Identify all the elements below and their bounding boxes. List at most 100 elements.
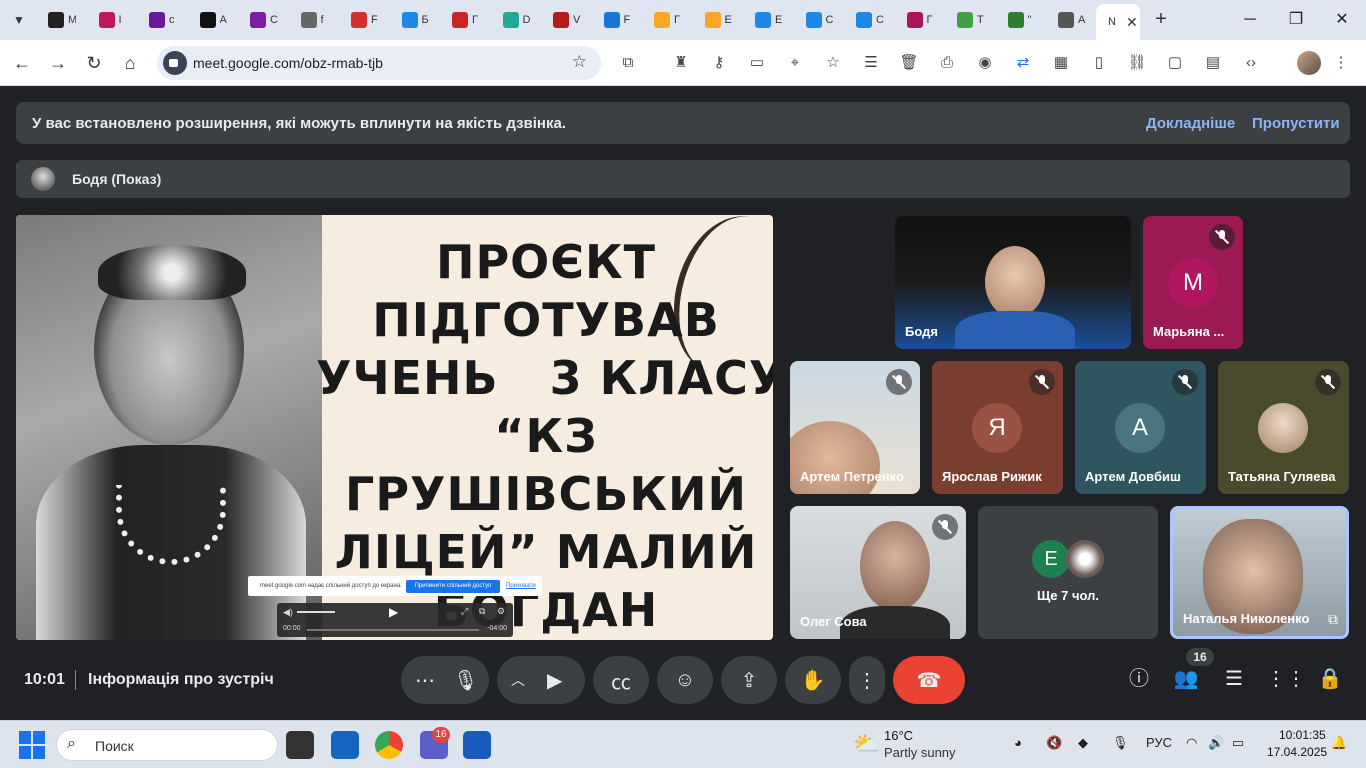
pip-icon[interactable]: ⧉ <box>479 606 485 617</box>
host-controls-lock-icon[interactable]: 🔒 <box>1315 664 1345 694</box>
settings-gear-icon[interactable]: ⚙ <box>497 606 505 617</box>
back-button[interactable]: ← <box>8 49 36 77</box>
battery-icon[interactable]: ▭ <box>1232 735 1244 751</box>
browser-tab[interactable]: A <box>190 6 228 34</box>
browser-tab[interactable]: A <box>1048 6 1086 34</box>
microphone-tray-icon[interactable]: 🎙 <box>1112 735 1129 751</box>
people-icon[interactable]: 👥 <box>1171 664 1201 694</box>
new-tab-button[interactable]: + <box>1150 8 1172 30</box>
participant-tile[interactable]: Олег Сова <box>790 506 966 639</box>
key-icon[interactable]: ⚷ <box>708 52 730 74</box>
volume-slider[interactable] <box>297 611 335 613</box>
play-button[interactable]: ▶ <box>389 605 398 619</box>
close-tab-icon[interactable]: ✕ <box>1126 14 1138 31</box>
captions-button[interactable]: ㏄ <box>593 656 649 704</box>
bookmark-star-icon[interactable]: ☆ <box>572 52 587 72</box>
participant-tile[interactable]: Татьяна Гуляева <box>1218 361 1349 494</box>
microphone-icon[interactable]: 🎙 <box>453 668 478 693</box>
link-icon[interactable]: ⛓ <box>1126 52 1148 74</box>
volume-icon[interactable]: 🔊 <box>1208 735 1224 751</box>
browser-tab[interactable]: C <box>240 6 278 34</box>
store-icon[interactable] <box>331 731 359 759</box>
participant-tile[interactable]: А Артем Довбиш <box>1075 361 1206 494</box>
hide-link[interactable]: Приховати <box>506 583 536 589</box>
browser-tab[interactable]: c <box>139 6 177 34</box>
participant-tile[interactable]: Артем Петренко <box>790 361 920 494</box>
input-language[interactable]: РУС <box>1146 735 1172 750</box>
volume-icon[interactable]: ◀) <box>283 607 293 618</box>
reading-mode-icon[interactable]: ▯ <box>1088 52 1110 74</box>
payment-card-icon[interactable]: ▭ <box>746 52 768 74</box>
tab-search-button[interactable]: ▼ <box>6 7 32 33</box>
camera-control[interactable]: ︿ ▶ <box>497 656 585 704</box>
code-icon[interactable]: ‹› <box>1240 52 1262 74</box>
leave-call-button[interactable]: ☎ <box>893 656 965 704</box>
more-participants-tile[interactable]: E Ще 7 чол. <box>978 506 1158 639</box>
stop-sharing-button[interactable]: Припинити спільний доступ <box>406 580 500 593</box>
browser-tab[interactable]: Г <box>442 6 480 34</box>
browser-tab[interactable]: F <box>341 6 379 34</box>
participant-tile[interactable]: M Марьяна ... <box>1143 216 1243 349</box>
close-window-button[interactable]: ✕ <box>1330 8 1354 32</box>
browser-tab[interactable]: M <box>38 6 76 34</box>
browser-tab[interactable]: f <box>291 6 329 34</box>
reading-list-icon[interactable]: ☰ <box>860 52 882 74</box>
browser-tab[interactable]: Г <box>644 6 682 34</box>
browser-tab[interactable]: E <box>745 6 783 34</box>
participant-tile[interactable]: Я Ярослав Рижик <box>932 361 1063 494</box>
browser-tab[interactable]: Г <box>897 6 935 34</box>
browser-tab[interactable]: I <box>89 6 127 34</box>
tab-active[interactable]: N ✕ <box>1096 4 1140 40</box>
task-view-icon[interactable] <box>286 731 314 759</box>
taskbar-search[interactable]: ⌕ Поиск <box>56 729 278 761</box>
incognito-icon[interactable]: ♜ <box>670 52 692 74</box>
speaker-muted-icon[interactable]: 🔇 <box>1046 735 1062 751</box>
emoji-button[interactable]: ☺ <box>657 656 713 704</box>
browser-tab[interactable]: E <box>695 6 733 34</box>
location-pin-icon[interactable]: ⌖ <box>784 52 806 74</box>
skip-link[interactable]: Пропустити <box>1252 115 1340 132</box>
learn-more-link[interactable]: Докладніше <box>1146 115 1235 132</box>
present-button[interactable]: ⇪ <box>721 656 777 704</box>
translate-icon[interactable]: ⇄ <box>1012 52 1034 74</box>
browser-tab[interactable]: " <box>998 6 1036 34</box>
extensions-icon[interactable]: ⧉ <box>617 52 639 74</box>
pip-icon[interactable]: ⧉ <box>1328 611 1338 628</box>
menu-kebab-icon[interactable]: ⋮ <box>1330 52 1352 74</box>
raise-hand-button[interactable]: ✋ <box>785 656 841 704</box>
more-options-button[interactable]: ⋮ <box>849 656 885 704</box>
print-icon[interactable]: ⎙ <box>936 52 958 74</box>
mic-control[interactable]: ⋯ 🎙 <box>401 656 489 704</box>
browser-tab[interactable]: Б <box>392 6 430 34</box>
reload-button[interactable]: ↻ <box>80 49 108 77</box>
qr-code-icon[interactable]: ▦ <box>1050 52 1072 74</box>
minimize-button[interactable]: ─ <box>1238 8 1262 32</box>
address-bar[interactable]: meet.google.com/obz-rmab-tjb ☆ <box>157 46 601 80</box>
browser-tab[interactable]: D <box>493 6 531 34</box>
camera-icon[interactable]: ▶ <box>547 668 562 693</box>
defender-icon[interactable]: ◆ <box>1078 735 1088 751</box>
chat-icon[interactable]: ☰ <box>1219 664 1249 694</box>
url-text[interactable]: meet.google.com/obz-rmab-tjb <box>193 55 383 71</box>
chrome-icon[interactable] <box>375 731 403 759</box>
windows-start-icon[interactable] <box>19 731 47 759</box>
table-icon[interactable]: ▤ <box>1202 52 1224 74</box>
profile-avatar[interactable] <box>1297 51 1321 75</box>
star-extension-icon[interactable]: ☆ <box>822 52 844 74</box>
meeting-info[interactable]: Інформація про зустріч <box>88 671 274 689</box>
browser-tab[interactable]: C <box>796 6 834 34</box>
fullscreen-icon[interactable]: ⤢ <box>461 606 468 617</box>
lens-icon[interactable]: ◉ <box>974 52 996 74</box>
more-audio-icon[interactable]: ⋯ <box>415 668 435 693</box>
forward-button[interactable]: → <box>44 49 72 77</box>
devices-icon[interactable]: ▢ <box>1164 52 1186 74</box>
notification-bell-icon[interactable]: 🔔 <box>1331 735 1347 751</box>
browser-tab[interactable]: F <box>594 6 632 34</box>
activities-grid-icon[interactable]: ⋮⋮ <box>1266 664 1306 694</box>
info-icon[interactable]: ⓘ <box>1124 664 1154 694</box>
browser-tab[interactable]: T <box>947 6 985 34</box>
word-icon[interactable] <box>463 731 491 759</box>
seek-bar[interactable] <box>307 629 479 631</box>
participant-tile[interactable]: Бодя <box>895 216 1131 349</box>
viber-tray-icon[interactable]: ◕ <box>1014 735 1022 750</box>
